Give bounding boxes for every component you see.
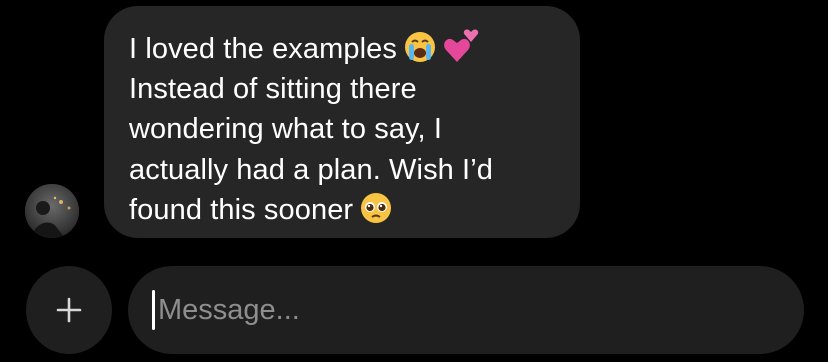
message-line-4: actually had a plan. Wish I’d — [129, 153, 493, 186]
message-line-1: I loved the examples — [129, 28, 556, 69]
message-line-2: Instead of sitting there — [129, 72, 417, 105]
message-line-1-text: I loved the examples — [129, 33, 397, 65]
message-line-5-text: found this sooner — [129, 194, 354, 226]
add-attachment-button[interactable] — [26, 266, 112, 354]
message-line-5: found this sooner — [129, 190, 556, 231]
plus-icon — [56, 297, 82, 323]
sender-avatar[interactable] — [25, 184, 79, 238]
two-hearts-icon — [443, 28, 481, 76]
text-cursor — [152, 290, 155, 330]
message-input[interactable] — [158, 293, 758, 327]
avatar-photo — [25, 184, 79, 238]
message-line-3: wondering what to say, I — [129, 113, 442, 145]
message-composer[interactable] — [128, 266, 804, 354]
pleading-face-icon — [359, 191, 393, 237]
incoming-message-bubble[interactable]: I loved the examples Instead of sitting … — [104, 6, 580, 238]
message-text: I loved the examples Instead of sitting … — [129, 28, 556, 231]
